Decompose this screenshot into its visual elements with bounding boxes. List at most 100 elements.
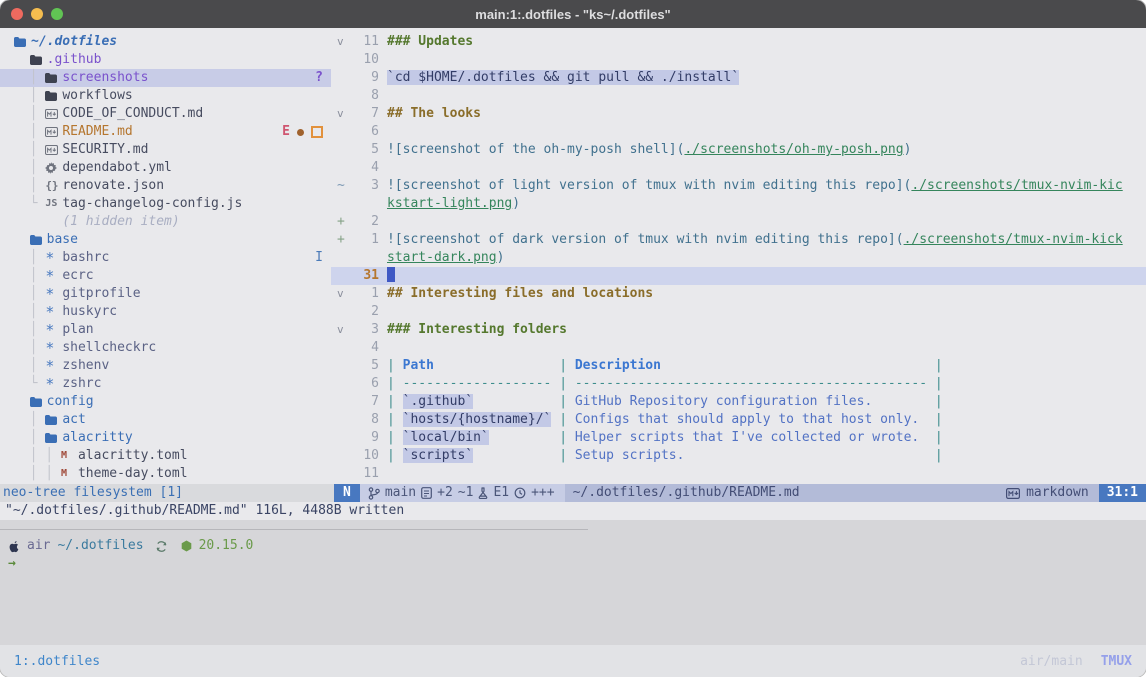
tree-item-ecrc[interactable]: │ *ecrc [0,267,331,285]
git-added-count: +2 [437,484,453,502]
line-number [353,249,379,267]
indicator-e: E [282,123,290,141]
tree-item-config[interactable]: config [0,393,331,411]
editor-line[interactable]: 11 [331,465,1146,483]
indent-guides [14,213,45,231]
tree-item-CODE-OF-CONDUCT.md[interactable]: │ CODE_OF_CONDUCT.md [0,105,331,123]
statusline: N main +2 ~1 E1 +++ ~/.dotfiles/.github/… [334,484,1146,502]
editor-line[interactable]: v1## Interesting files and locations [331,285,1146,303]
tree-item-label: base [47,231,78,249]
tree-item-README.md[interactable]: │ README.mdE [0,123,331,141]
indent-guides: │ [14,285,45,303]
minimize-button[interactable] [31,8,43,20]
tmux-statusbar: 1:.dotfiles air/main TMUX [0,645,1146,677]
line-text: | Path | Description | [379,357,943,375]
fold-marker[interactable]: v [331,105,353,123]
editor-line[interactable]: 7| `.github` | GitHub Repository configu… [331,393,1146,411]
tree-item-tag-changelog-config.js[interactable]: └ JStag-changelog-config.js [0,195,331,213]
editor-line[interactable]: 9`cd $HOME/.dotfiles && git pull && ./in… [331,69,1146,87]
editor-line[interactable]: 10 [331,51,1146,69]
toml-icon: M [61,447,78,465]
tree-item-label: README.md [62,123,132,141]
editor-line[interactable]: +1![screenshot of dark version of tmux w… [331,231,1146,249]
editor-line[interactable]: 9| `local/bin` | Helper scripts that I'v… [331,429,1146,447]
neo-tree-sidebar: ~/.dotfiles .github │ screenshots? │ wor… [0,28,331,484]
tree-item-label: dependabot.yml [62,159,172,177]
editor-line[interactable]: v11### Updates [331,33,1146,51]
tree-item-label: config [47,393,94,411]
editor-line[interactable]: 6| ------------------- | ---------------… [331,375,1146,393]
tree-item--1-hidden-item-[interactable]: (1 hidden item) [0,213,331,231]
tree-item-label: ~/.dotfiles [31,33,117,51]
tree-item-label: plan [62,321,93,339]
tree-item-dependabot.yml[interactable]: │ dependabot.yml [0,159,331,177]
editor-line[interactable]: v7## The looks [331,105,1146,123]
line-number: 3 [353,321,379,339]
tree-item-SECURITY.md[interactable]: │ SECURITY.md [0,141,331,159]
tree-item-zshrc[interactable]: └ *zshrc [0,375,331,393]
prompt-path: ~/.dotfiles [57,537,143,555]
nodejs-icon [181,540,192,552]
line-number: 9 [353,429,379,447]
line-number: 31 [353,267,379,285]
editor-line[interactable]: start-dark.png) [331,249,1146,267]
tree-item-.github[interactable]: .github [0,51,331,69]
indicator-box [311,126,323,138]
editor-line[interactable]: 4 [331,159,1146,177]
indent-guides [14,231,30,249]
tree-item-alacritty[interactable]: │ alacritty [0,429,331,447]
tree-item-label: workflows [62,87,132,105]
editor-line[interactable]: 6 [331,123,1146,141]
editor-cursor-line[interactable]: 31 [331,267,1146,285]
editor-line[interactable]: v3### Interesting folders [331,321,1146,339]
editor-line[interactable]: ~3![screenshot of light version of tmux … [331,177,1146,195]
tree-item-plan[interactable]: │ *plan [0,321,331,339]
editor-line[interactable]: 2 [331,303,1146,321]
editor-line[interactable]: 8 [331,87,1146,105]
tree-item-base[interactable]: base [0,231,331,249]
close-button[interactable] [11,8,23,20]
folder-icon [45,415,62,425]
line-number: 10 [353,447,379,465]
tree-item-alacritty.toml[interactable]: │ │ Malacritty.toml [0,447,331,465]
tree-item-label: theme-day.toml [78,465,188,483]
line-number: 7 [353,105,379,123]
tree-item-gitprofile[interactable]: │ *gitprofile [0,285,331,303]
line-text: ### Updates [379,33,473,51]
shell-pane: air ~/.dotfiles 20.15.0 → 1:.dotfiles ai… [0,520,1146,677]
indent-guides: │ [14,105,45,123]
editor-line[interactable]: 5![screenshot of the oh-my-posh shell](.… [331,141,1146,159]
git-changed-count: ~1 [458,484,474,502]
tree-item-zshenv[interactable]: │ *zshenv [0,357,331,375]
tree-item-shellcheckrc[interactable]: │ *shellcheckrc [0,339,331,357]
editor-line[interactable]: 10| `scripts` | Setup scripts. | [331,447,1146,465]
line-number: 8 [353,87,379,105]
editor-line[interactable]: 4 [331,339,1146,357]
zoom-button[interactable] [51,8,63,20]
tree-item--.dotfiles[interactable]: ~/.dotfiles [0,33,331,51]
gear-icon [45,162,62,174]
tree-item-bashrc[interactable]: │ *bashrcI [0,249,331,267]
tree-item-theme-day.toml[interactable]: │ │ Mtheme-day.toml [0,465,331,483]
fold-marker[interactable]: v [331,321,353,339]
tree-item-workflows[interactable]: │ workflows [0,87,331,105]
line-text [379,159,387,177]
tmux-window-item[interactable]: 1:.dotfiles [14,654,100,669]
indent-guides: │ [14,321,45,339]
indent-guides [14,51,30,69]
editor-line[interactable]: +2 [331,213,1146,231]
editor-buffer[interactable]: v11### Updates 10 9`cd $HOME/.dotfiles &… [331,28,1146,484]
tree-item-huskyrc[interactable]: │ *huskyrc [0,303,331,321]
folder-icon [45,73,62,83]
editor-line[interactable]: 5| Path | Description | [331,357,1146,375]
apple-icon [8,540,20,553]
clock-icon [514,487,526,499]
fold-marker[interactable]: v [331,285,353,303]
tree-item-screenshots[interactable]: │ screenshots? [0,69,331,87]
editor-line[interactable]: kstart-light.png) [331,195,1146,213]
tree-item-renovate.json[interactable]: │ {}renovate.json [0,177,331,195]
editor-line[interactable]: 8| `hosts/{hostname}/` | Configs that sh… [331,411,1146,429]
tree-item-act[interactable]: │ act [0,411,331,429]
text-cursor [387,267,395,282]
fold-marker[interactable]: v [331,33,353,51]
